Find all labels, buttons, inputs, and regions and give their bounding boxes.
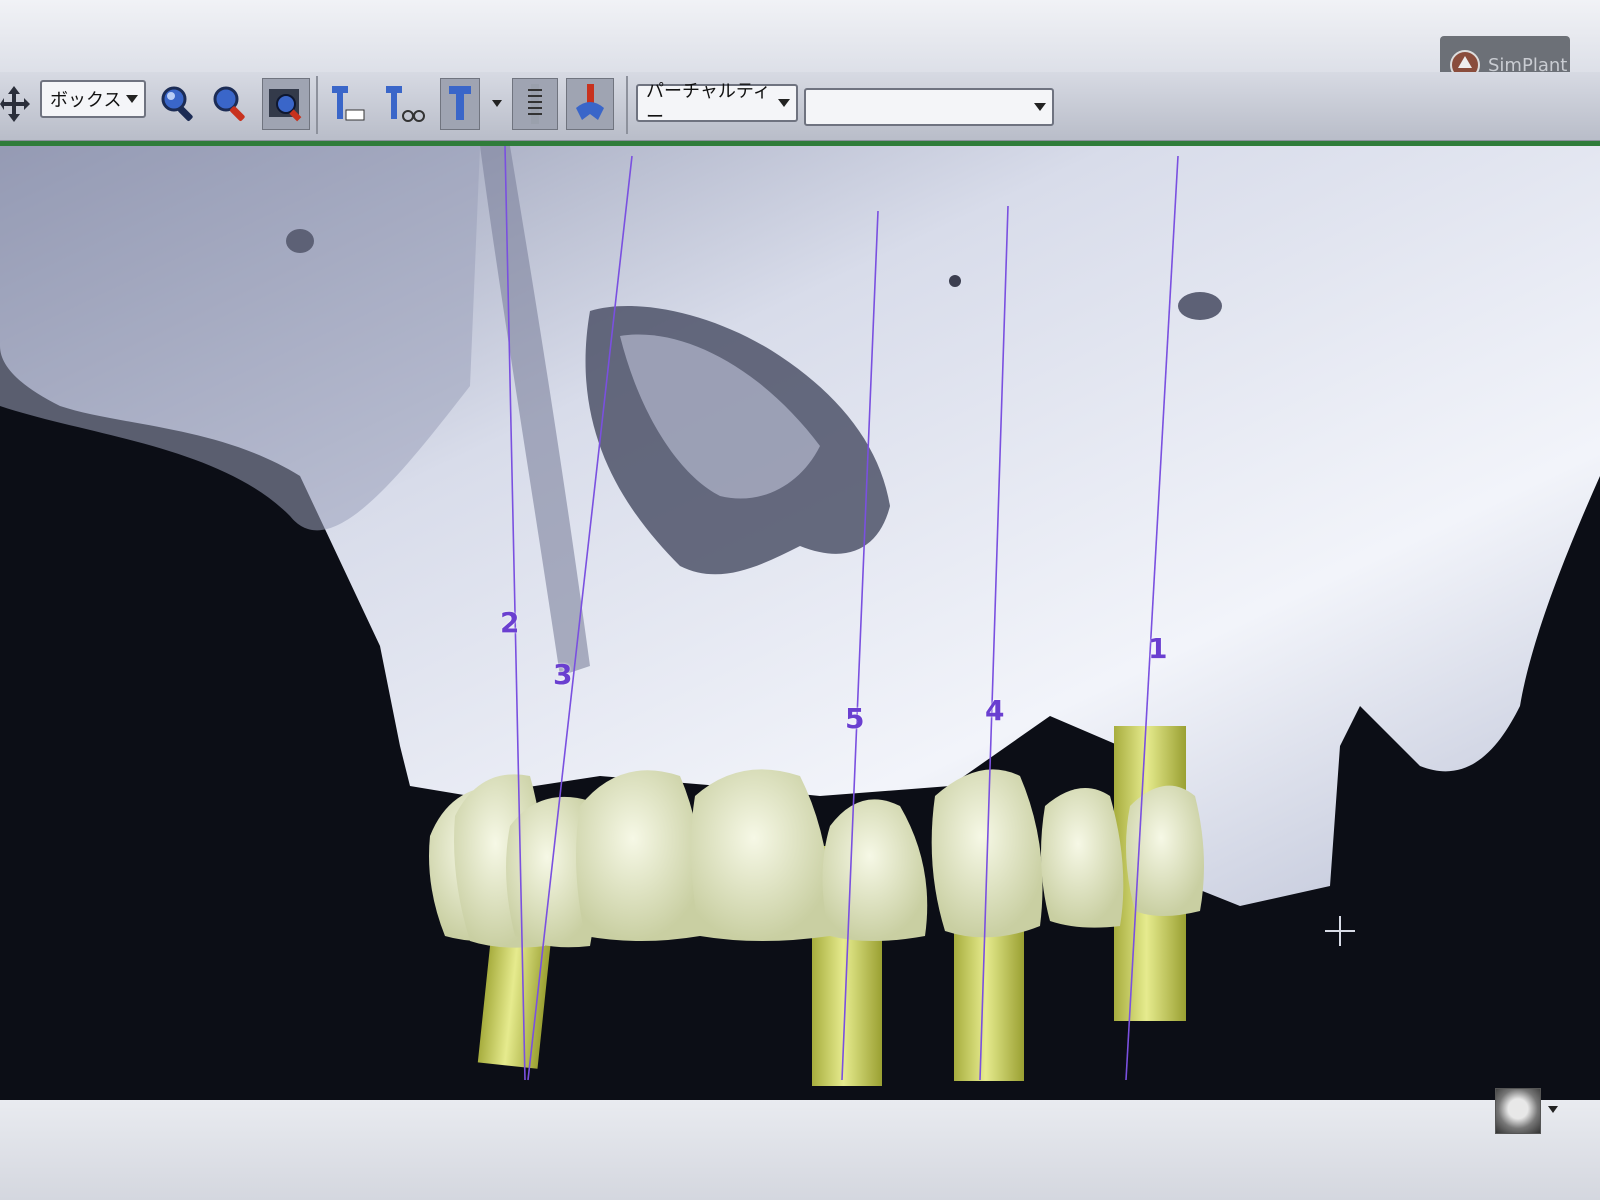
implant-label-5[interactable]: 5 [845,702,864,735]
view-fit-button[interactable] [262,78,310,130]
implant-label-3[interactable]: 3 [553,658,572,691]
implant-tool-button[interactable] [324,78,372,130]
chevron-down-icon [126,95,138,103]
zoom-button[interactable] [154,78,202,130]
implant-label-2[interactable]: 2 [500,606,519,639]
partial-select[interactable]: パーチャルティー [636,81,798,128]
view-fit-icon [269,89,302,122]
secondary-select[interactable] [804,88,1054,126]
implant-tool-2-button[interactable] [380,78,428,130]
zoom-icon [161,86,193,121]
chevron-down-icon[interactable] [1548,1106,1558,1113]
implant-tool-icon [332,86,365,121]
status-bar [0,1100,1600,1200]
implant-select-icon [449,86,471,120]
partial-select-value: パーチャルティー [646,81,771,128]
implant-label-1[interactable]: 1 [1148,632,1167,665]
zoom-out-icon [213,86,245,121]
zoom-out-button[interactable] [206,78,254,130]
chevron-down-icon [778,99,790,107]
tooth-button[interactable] [566,78,614,130]
3d-viewport[interactable]: 2 3 5 4 1 [0,146,1600,1100]
crosshair-icon [1325,916,1355,946]
implant-select-button[interactable] [440,78,480,130]
view-mode-select[interactable]: ボックス [40,80,146,118]
move-icon[interactable] [0,82,30,126]
chevron-down-icon[interactable] [490,96,504,110]
orientation-thumbnail[interactable] [1495,1088,1541,1134]
toolbar-separator [626,76,628,134]
implant-tool-2-icon [386,86,425,122]
implant-label-4[interactable]: 4 [985,694,1004,727]
chevron-down-icon [1034,103,1046,111]
screw-icon [528,84,542,124]
tooth-icon [576,84,604,120]
view-mode-value: ボックス [50,90,122,111]
window-titlebar [0,0,1600,72]
skull-model [0,146,1600,1086]
toolbar-separator [316,76,318,134]
screw-button[interactable] [512,78,558,130]
